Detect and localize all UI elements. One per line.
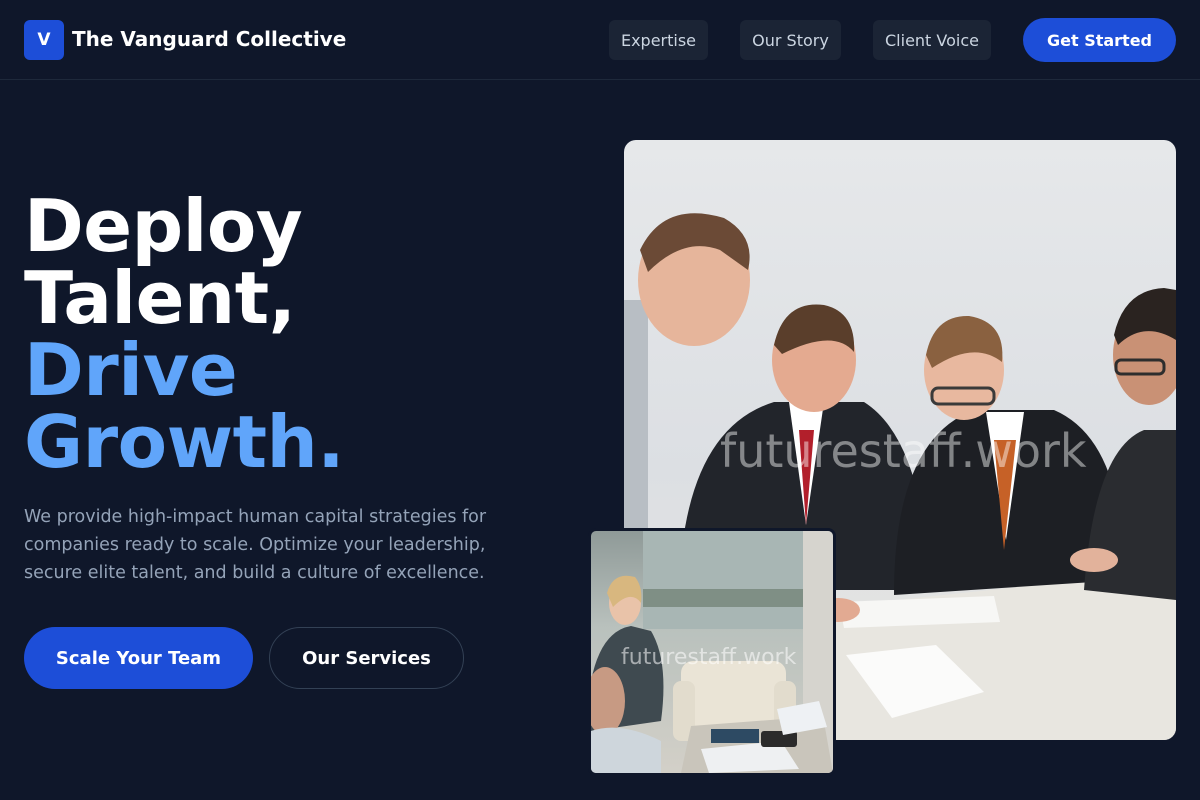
headline-line-1: Deploy <box>24 184 303 268</box>
nav-our-story[interactable]: Our Story <box>740 20 841 60</box>
nav-client-voice[interactable]: Client Voice <box>873 20 991 60</box>
headline-line-2: Talent, <box>24 256 296 340</box>
hero-description: We provide high-impact human capital str… <box>24 507 487 583</box>
headline-line-4: Growth. <box>24 400 345 484</box>
get-started-button[interactable]: Get Started <box>1023 18 1176 62</box>
site-header: V The Vanguard Collective Expertise Our … <box>0 0 1200 80</box>
brand-name[interactable]: The Vanguard Collective <box>72 27 346 51</box>
scale-your-team-button[interactable]: Scale Your Team <box>24 627 253 689</box>
nav-expertise[interactable]: Expertise <box>609 20 708 60</box>
logo-badge[interactable]: V <box>24 20 64 60</box>
main-photo-watermark: futurestaff.work <box>720 424 1087 478</box>
our-services-button[interactable]: Our Services <box>269 627 464 689</box>
hero-headline: Deploy Talent, Drive Growth. <box>24 184 345 484</box>
office-meeting-photo: futurestaff.work <box>588 528 836 776</box>
headline-line-3: Drive <box>24 328 238 412</box>
secondary-photo-watermark: futurestaff.work <box>621 645 797 670</box>
